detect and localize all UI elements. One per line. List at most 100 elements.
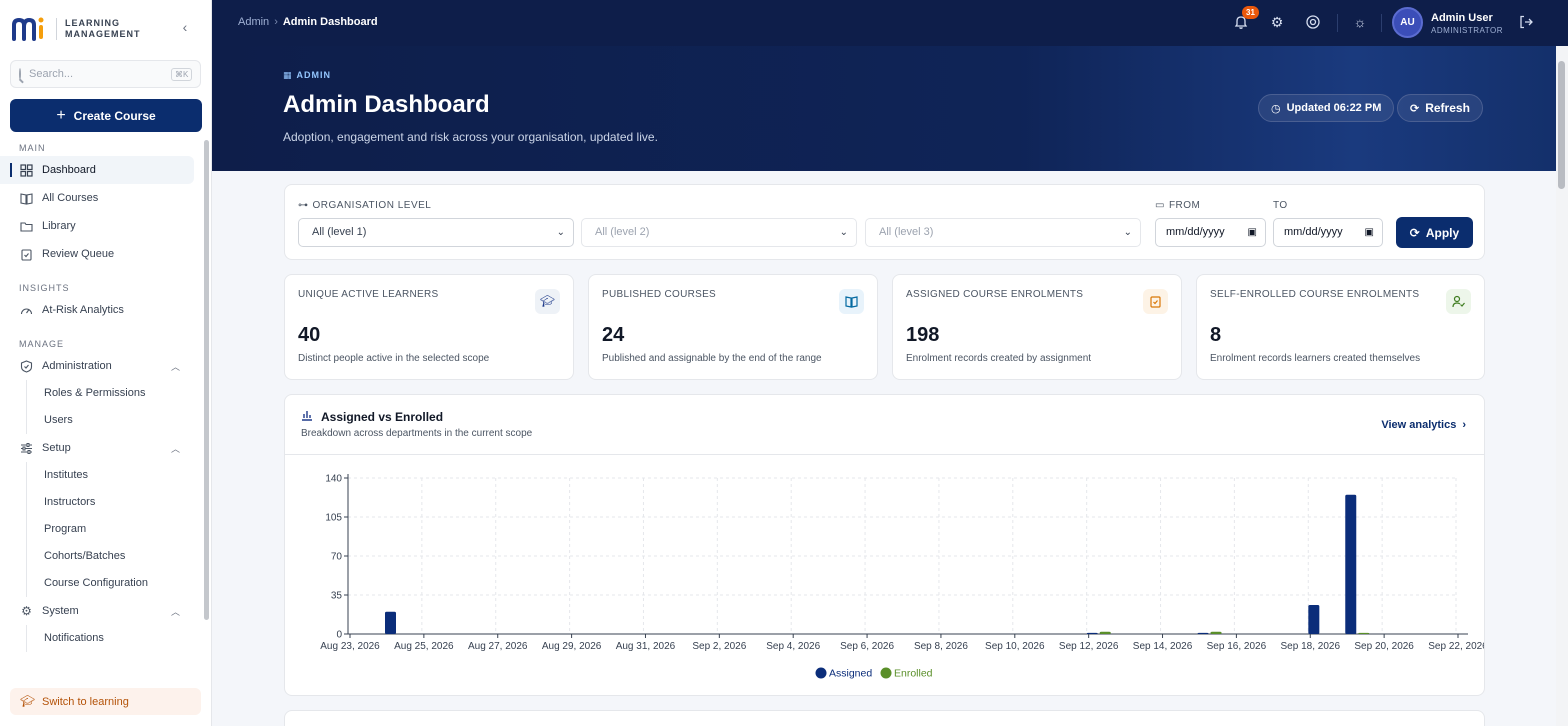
legend-label-assigned: Assigned [829, 668, 872, 680]
x-tick-label: Sep 12, 2026 [1059, 641, 1119, 652]
stat-value: 8 [1210, 324, 1222, 346]
chevron-down-icon: ⌄ [556, 227, 565, 238]
sidebar-item-program[interactable]: Program [0, 516, 204, 543]
chevron-up-icon: ︿ [170, 444, 180, 454]
bar-assigned [1345, 494, 1357, 634]
sidebar-item-users[interactable]: Users [0, 407, 204, 434]
search-input[interactable] [29, 68, 171, 80]
user-name: Admin User [1431, 12, 1493, 24]
hero-tag: ▦ ADMIN [283, 70, 331, 81]
sidebar-item-setup[interactable]: Setup ︿ [0, 434, 194, 462]
chevron-down-icon: ⌄ [1123, 227, 1132, 238]
refresh-button[interactable]: ⟳ Refresh [1397, 94, 1483, 122]
logout-icon[interactable] [1518, 14, 1534, 30]
stat-card-assigned-enrolments: ASSIGNED COURSE ENROLMENTS 198 Enrolment… [892, 274, 1182, 380]
sidebar-item-roles-permissions[interactable]: Roles & Permissions [0, 380, 204, 407]
bar-chart-icon [301, 409, 313, 424]
sidebar-label: All Courses [42, 192, 99, 204]
y-tick-label: 35 [331, 591, 343, 602]
main-scrollbar[interactable] [1556, 46, 1568, 726]
select-value: All (level 3) [879, 226, 934, 238]
clock-icon: ◷ [1271, 102, 1281, 115]
shield-check-icon [20, 359, 33, 373]
sidebar-label: Setup [42, 442, 71, 454]
sidebar-scrollbar[interactable] [204, 140, 209, 620]
sidebar-item-all-courses[interactable]: All Courses [0, 184, 194, 212]
sidebar-item-institutes[interactable]: Institutes [0, 462, 204, 489]
sidebar-item-administration[interactable]: Administration ︿ [0, 352, 194, 380]
x-tick-label: Sep 10, 2026 [985, 641, 1045, 652]
sidebar-item-system[interactable]: ⚙ System ︿ [0, 597, 194, 625]
avatar[interactable]: AU [1392, 7, 1423, 38]
select-value: All (level 1) [312, 226, 367, 238]
x-tick-label: Aug 25, 2026 [394, 641, 454, 652]
view-analytics-label: View analytics [1381, 419, 1457, 431]
settings-icon[interactable]: ⚙ [1269, 14, 1285, 30]
sidebar-item-instructors[interactable]: Instructors [0, 489, 204, 516]
graduation-cap-icon: 🎓︎ [535, 289, 560, 314]
apply-label: Apply [1425, 225, 1460, 240]
gear-icon: ⚙ [21, 603, 32, 618]
sliders-icon [20, 442, 33, 455]
calendar-icon: ▣ [1247, 227, 1257, 238]
stat-value: 24 [602, 324, 625, 346]
chevron-right-icon: › [1462, 419, 1466, 431]
view-analytics-link[interactable]: View analytics › [1381, 419, 1466, 431]
stat-value: 40 [298, 324, 321, 346]
x-tick-label: Sep 14, 2026 [1133, 641, 1193, 652]
bar-assigned [385, 611, 396, 634]
sidebar-item-course-configuration[interactable]: Course Configuration [0, 570, 204, 597]
hero-banner: ▦ ADMIN Admin Dashboard Adoption, engagem… [212, 46, 1556, 171]
legend-swatch-enrolled [880, 667, 892, 679]
org-level-1-select[interactable]: All (level 1) ⌄ [298, 218, 574, 247]
sidebar-label: Library [42, 220, 76, 232]
sidebar-item-dashboard[interactable]: Dashboard [0, 156, 194, 184]
org-level-2-select[interactable]: All (level 2) ⌄ [581, 218, 857, 247]
to-label: TO [1273, 200, 1288, 211]
org-level-3-select[interactable]: All (level 3) ⌄ [865, 218, 1141, 247]
chart-title: Assigned vs Enrolled [321, 410, 444, 424]
apply-button[interactable]: ⟳ Apply [1396, 217, 1473, 248]
sidebar-item-review-queue[interactable]: Review Queue [0, 240, 194, 268]
brand[interactable]: LEARNING MANAGEMENT [12, 14, 141, 44]
help-lifebuoy-icon[interactable] [1305, 14, 1321, 30]
from-date-input[interactable]: mm/dd/yyyy ▣ [1155, 218, 1266, 247]
to-date-input[interactable]: mm/dd/yyyy ▣ [1273, 218, 1383, 247]
stat-title: ASSIGNED COURSE ENROLMENTS [906, 289, 1084, 300]
clipboard-icon [1143, 289, 1168, 314]
sidebar-item-notifications[interactable]: Notifications [0, 625, 204, 652]
page-title: Admin Dashboard [283, 91, 490, 118]
sidebar-item-library[interactable]: Library [0, 212, 194, 240]
x-tick-label: Aug 31, 2026 [616, 641, 676, 652]
search-box[interactable]: ⌘K [10, 60, 201, 88]
updated-label: Updated 06:22 PM [1286, 102, 1382, 114]
create-course-label: Create Course [73, 108, 156, 123]
main-scrollbar-thumb[interactable] [1558, 61, 1565, 189]
sidebar-item-cohorts[interactable]: Cohorts/Batches [0, 543, 204, 570]
hierarchy-icon: ⊶ [298, 200, 309, 211]
stat-description: Enrolment records created by assignment [906, 353, 1092, 364]
stat-card-published-courses: PUBLISHED COURSES 24 Published and assig… [588, 274, 878, 380]
brand-logo-icon [12, 15, 48, 43]
collapse-sidebar-icon[interactable]: ‹ [178, 20, 192, 34]
calendar-icon: ▭ [1155, 200, 1165, 211]
sun-icon[interactable]: ☼ [1352, 14, 1368, 30]
chevron-down-icon: ⌄ [839, 227, 848, 238]
create-course-button[interactable]: + Create Course [10, 99, 202, 132]
y-tick-label: 70 [331, 552, 343, 563]
filter-card: ⊶ ORGANISATION LEVEL All (level 1) ⌄ All (… [284, 184, 1485, 260]
user-role: ADMINISTRATOR [1431, 26, 1503, 35]
switch-to-learning-button[interactable]: 🎓︎ Switch to learning [10, 688, 201, 715]
breadcrumb-root[interactable]: Admin [238, 16, 269, 28]
stat-title: UNIQUE ACTIVE LEARNERS [298, 289, 439, 300]
sidebar-label: Administration [42, 360, 112, 372]
topbar-divider [1337, 14, 1338, 32]
gauge-icon [20, 304, 33, 317]
stat-title: PUBLISHED COURSES [602, 289, 717, 300]
topbar-divider [1381, 14, 1382, 32]
sidebar-item-at-risk-analytics[interactable]: At-Risk Analytics [0, 296, 194, 324]
brand-line-1: LEARNING [65, 18, 120, 28]
x-tick-label: Sep 6, 2026 [840, 641, 894, 652]
bar-assigned [1197, 632, 1209, 634]
